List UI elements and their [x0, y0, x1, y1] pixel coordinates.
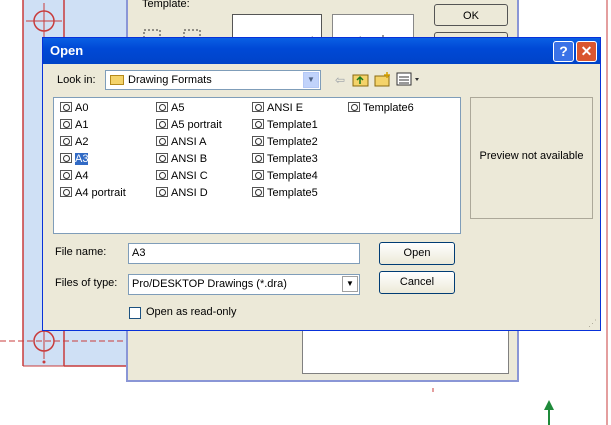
file-name-value: A3	[132, 247, 146, 259]
look-in-value: Drawing Formats	[128, 74, 212, 86]
drawing-file-icon	[156, 187, 168, 198]
file-list-item[interactable]: A4 portrait	[60, 186, 126, 201]
file-name-text: A4 portrait	[75, 187, 126, 199]
file-name-text: ANSI C	[171, 170, 208, 182]
files-of-type-value: Pro/DESKTOP Drawings (*.dra)	[132, 278, 287, 290]
file-name-label: File name:	[55, 246, 107, 258]
open-dialog: Open ? ✕ Look in: Drawing Formats ▼ ⇦ A0…	[42, 37, 601, 331]
close-button[interactable]: ✕	[576, 41, 597, 62]
drawing-file-icon	[60, 170, 72, 181]
files-of-type-label: Files of type:	[55, 277, 118, 289]
file-name-text: Template5	[267, 187, 318, 199]
file-name-text: A1	[75, 119, 89, 131]
cancel-button[interactable]: Cancel	[379, 271, 455, 294]
drawing-file-icon	[60, 153, 72, 164]
help-button[interactable]: ?	[553, 41, 574, 62]
file-list-item[interactable]: A0	[60, 101, 88, 116]
drawing-file-icon	[252, 187, 264, 198]
drawing-file-icon	[60, 102, 72, 113]
file-name-text: ANSI A	[171, 136, 207, 148]
file-list-item[interactable]: ANSI A	[156, 135, 206, 150]
file-list-item[interactable]: A5 portrait	[156, 118, 222, 133]
preview-pane: Preview not available	[470, 97, 593, 219]
up-folder-icon-graphic	[352, 74, 369, 87]
file-name-text: Template1	[267, 119, 318, 131]
file-list-item[interactable]: Template5	[252, 186, 318, 201]
drawing-file-icon	[348, 102, 360, 113]
file-list-item[interactable]: A2	[60, 135, 88, 150]
file-list-item[interactable]: Template2	[252, 135, 318, 150]
dialog-title: Open	[50, 43, 84, 58]
file-name-text: A0	[75, 102, 89, 114]
look-in-label: Look in:	[57, 74, 96, 86]
template-label: Template:	[142, 0, 190, 10]
file-name-text: ANSI D	[171, 187, 208, 199]
look-in-dropdown[interactable]: Drawing Formats ▼	[105, 70, 321, 90]
file-list-item[interactable]: ANSI B	[156, 152, 207, 167]
drawing-file-icon	[60, 119, 72, 130]
file-list[interactable]: A0 A1 A2 A3 A4 A4 portrait A5 A5 portrait ANSI A…	[53, 97, 461, 234]
up-folder-icon[interactable]	[351, 71, 371, 89]
drawing-file-icon	[156, 102, 168, 113]
view-menu-icon-graphic	[396, 72, 419, 86]
drawing-file-icon	[156, 170, 168, 181]
new-folder-icon[interactable]	[373, 71, 393, 89]
file-name-text: ANSI B	[171, 153, 208, 165]
file-list-item[interactable]: A4	[60, 169, 88, 184]
files-of-type-dropdown[interactable]: Pro/DESKTOP Drawings (*.dra) ▼	[128, 274, 360, 295]
file-name-field[interactable]: A3	[128, 243, 360, 264]
back-arrow-icon[interactable]: ⇦	[330, 71, 350, 89]
chevron-down-icon[interactable]: ▼	[342, 276, 358, 292]
file-list-item[interactable]: A5	[156, 101, 184, 116]
preview-text: Preview not available	[479, 150, 584, 162]
file-name-text: A5 portrait	[171, 119, 222, 131]
file-list-item[interactable]: A3	[60, 152, 89, 167]
drawing-file-icon	[60, 136, 72, 147]
file-name-text: ANSI E	[267, 102, 304, 114]
drawing-file-icon	[252, 153, 264, 164]
read-only-label[interactable]: Open as read-only	[146, 306, 237, 318]
drawing-file-icon	[252, 102, 264, 113]
file-list-item[interactable]: Template6	[348, 101, 414, 116]
file-name-text: Template6	[363, 102, 414, 114]
view-menu-icon[interactable]	[396, 71, 422, 89]
folder-icon	[110, 75, 124, 85]
drawing-file-icon	[252, 119, 264, 130]
file-name-text: A2	[75, 136, 89, 148]
chevron-down-icon[interactable]: ▼	[303, 72, 319, 88]
file-list-item[interactable]: Template4	[252, 169, 318, 184]
background-ok-button[interactable]: OK	[434, 4, 508, 26]
file-name-text: A3	[75, 153, 89, 165]
drawing-file-icon	[156, 153, 168, 164]
read-only-checkbox[interactable]	[129, 307, 141, 319]
file-list-item[interactable]: ANSI E	[252, 101, 303, 116]
file-list-item[interactable]: A1	[60, 118, 88, 133]
file-name-text: Template2	[267, 136, 318, 148]
file-list-item[interactable]: Template3	[252, 152, 318, 167]
open-button[interactable]: Open	[379, 242, 455, 265]
file-list-item[interactable]: ANSI D	[156, 186, 208, 201]
file-name-text: A4	[75, 170, 89, 182]
file-name-text: Template3	[267, 153, 318, 165]
drawing-file-icon	[252, 170, 264, 181]
drawing-file-icon	[252, 136, 264, 147]
dialog-titlebar[interactable]: Open ? ✕	[43, 38, 600, 64]
drawing-file-icon	[156, 119, 168, 130]
file-list-item[interactable]: ANSI C	[156, 169, 208, 184]
file-name-text: A5	[171, 102, 185, 114]
file-list-item[interactable]: Template1	[252, 118, 318, 133]
drawing-file-icon	[60, 187, 72, 198]
new-folder-icon-graphic	[374, 72, 390, 87]
file-name-text: Template4	[267, 170, 318, 182]
resize-grip-icon[interactable]: ⋰	[588, 318, 598, 328]
drawing-file-icon	[156, 136, 168, 147]
